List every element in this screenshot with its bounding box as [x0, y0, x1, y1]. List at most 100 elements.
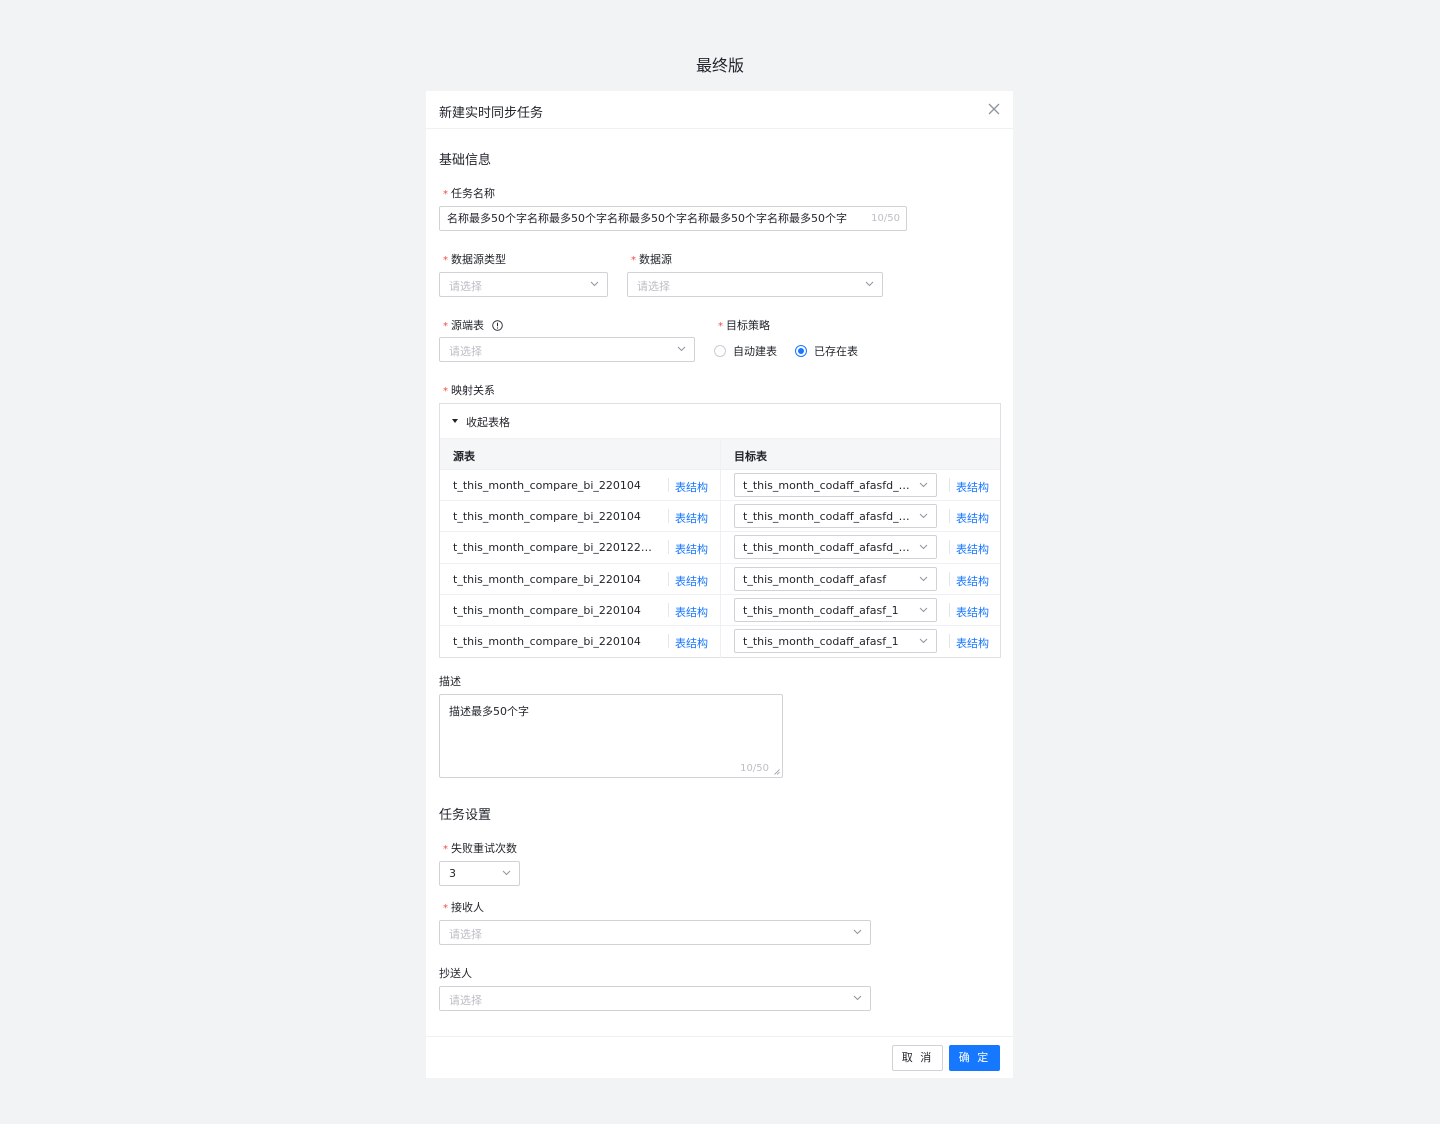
- description-value: 描述最多50个字: [449, 705, 529, 718]
- target-schema-link[interactable]: 表结构: [956, 541, 989, 557]
- target-table-value: t_this_month_codaff_afasfd_fd...: [743, 510, 913, 524]
- datasource-label: * 数据源: [631, 253, 672, 266]
- chevron-down-icon: [919, 638, 928, 644]
- close-icon[interactable]: [987, 102, 1001, 116]
- required-mark: *: [718, 321, 723, 332]
- resize-handle-icon[interactable]: [774, 769, 780, 775]
- source-table-name: t_this_month_compare_bi_220104: [453, 572, 641, 586]
- chevron-down-icon: [853, 995, 862, 1001]
- chevron-down-icon: [919, 607, 928, 613]
- datasource-placeholder: 请选择: [637, 280, 670, 293]
- cell-divider: [949, 540, 950, 555]
- description-counter: 10/50: [740, 763, 769, 774]
- description-label: 描述: [439, 675, 461, 688]
- modal-header: 新建实时同步任务: [426, 91, 1013, 129]
- source-table-label: * 源端表: [443, 317, 503, 333]
- cc-label: 抄送人: [439, 967, 472, 980]
- column-header-target: 目标表: [734, 450, 767, 463]
- required-mark: *: [443, 255, 448, 266]
- retry-count-select[interactable]: 3: [439, 861, 520, 886]
- target-table-select[interactable]: t_this_month_codaff_afasfd_fd...: [734, 535, 937, 560]
- chevron-down-icon: [677, 346, 686, 352]
- source-schema-link[interactable]: 表结构: [675, 635, 708, 651]
- mapping-label: * 映射关系: [443, 384, 495, 397]
- datasource-type-label: * 数据源类型: [443, 253, 506, 266]
- target-schema-link[interactable]: 表结构: [956, 635, 989, 651]
- page-heading: 最终版: [695, 56, 744, 75]
- source-schema-link[interactable]: 表结构: [675, 604, 708, 620]
- cell-divider: [949, 478, 950, 492]
- target-table-select[interactable]: t_this_month_codaff_afasf_1: [734, 597, 937, 622]
- target-table-select[interactable]: t_this_month_codaff_afasf: [734, 566, 937, 591]
- source-table-select[interactable]: 请选择: [439, 337, 695, 362]
- cell-divider: [949, 571, 950, 586]
- target-strategy-label: * 目标策略: [718, 319, 770, 332]
- source-table-name: t_this_month_compare_bi_220104: [453, 479, 641, 492]
- chevron-down-icon: [919, 545, 928, 550]
- task-name-counter: 10/50: [871, 213, 900, 224]
- cell-divider: [668, 509, 669, 524]
- radio-auto-create[interactable]: 自动建表: [714, 343, 777, 359]
- create-sync-task-modal: 新建实时同步任务 基础信息 * 任务名称 名称最多50个字名称最多50个字名称最多…: [426, 91, 1013, 1078]
- retry-label: * 失败重试次数: [443, 842, 517, 855]
- datasource-type-select[interactable]: 请选择: [439, 272, 608, 297]
- section-title-basic: 基础信息: [439, 153, 492, 168]
- source-table-placeholder: 请选择: [449, 345, 482, 358]
- radio-circle-checked[interactable]: [795, 345, 807, 357]
- chevron-down-icon: [590, 281, 599, 287]
- modal-title: 新建实时同步任务: [439, 106, 544, 121]
- required-mark: *: [631, 255, 636, 266]
- collapse-label: 收起表格: [466, 416, 510, 429]
- chevron-down-icon: [919, 482, 928, 488]
- receiver-label: * 接收人: [443, 901, 484, 914]
- cell-divider: [668, 478, 669, 492]
- radio-existing-table[interactable]: 已存在表: [795, 343, 858, 359]
- target-table-select[interactable]: t_this_month_codaff_afasfd_fd...: [734, 473, 937, 497]
- cell-divider: [949, 634, 950, 648]
- source-table-name: t_this_month_compare_bi_220104: [453, 635, 641, 648]
- required-mark: *: [443, 189, 448, 200]
- chevron-down-icon: [865, 281, 874, 287]
- source-schema-link[interactable]: 表结构: [675, 510, 708, 526]
- target-table-select[interactable]: t_this_month_codaff_afasfd_fd...: [734, 504, 937, 529]
- radio-circle[interactable]: [714, 345, 726, 357]
- source-table-name: t_this_month_compare_bi_220104: [453, 603, 641, 617]
- target-schema-link[interactable]: 表结构: [956, 510, 989, 526]
- cc-select[interactable]: 请选择: [439, 986, 871, 1011]
- chevron-down-icon: [502, 870, 511, 876]
- required-mark: *: [443, 844, 448, 855]
- radio-label: 自动建表: [733, 345, 777, 358]
- radio-label: 已存在表: [814, 345, 858, 358]
- target-schema-link[interactable]: 表结构: [956, 479, 989, 495]
- required-mark: *: [443, 903, 448, 914]
- source-table-name: t_this_month_compare_bi_220122322...: [453, 541, 658, 555]
- confirm-button[interactable]: 确 定: [949, 1045, 1000, 1071]
- chevron-down-icon: [919, 513, 928, 519]
- cell-divider: [668, 634, 669, 648]
- target-table-value: t_this_month_codaff_afasf_1: [743, 635, 899, 648]
- target-schema-link[interactable]: 表结构: [956, 604, 989, 620]
- target-table-value: t_this_month_codaff_afasf_1: [743, 603, 899, 617]
- caret-down-icon: [452, 419, 458, 423]
- source-schema-link[interactable]: 表结构: [675, 573, 708, 589]
- cancel-button[interactable]: 取 消: [892, 1045, 943, 1071]
- modal-footer: 取 消 确 定: [426, 1036, 1013, 1078]
- cell-divider: [668, 571, 669, 586]
- info-icon[interactable]: [491, 320, 503, 331]
- column-header-source: 源表: [453, 450, 475, 463]
- chevron-down-icon: [919, 576, 928, 581]
- datasource-select[interactable]: 请选择: [627, 272, 883, 297]
- task-name-input[interactable]: 名称最多50个字名称最多50个字名称最多50个字名称最多50个字名称最多50个字…: [439, 206, 907, 231]
- collapse-toggle[interactable]: 收起表格: [440, 404, 1000, 438]
- source-schema-link[interactable]: 表结构: [675, 541, 708, 557]
- receiver-placeholder: 请选择: [449, 928, 482, 941]
- target-schema-link[interactable]: 表结构: [956, 573, 989, 589]
- description-textarea[interactable]: 描述最多50个字 10/50: [439, 694, 783, 778]
- cell-divider: [949, 509, 950, 524]
- datasource-type-placeholder: 请选择: [449, 280, 482, 293]
- target-table-select[interactable]: t_this_month_codaff_afasf_1: [734, 629, 937, 653]
- source-schema-link[interactable]: 表结构: [675, 479, 708, 495]
- cell-divider: [949, 602, 950, 617]
- cell-divider: [668, 540, 669, 555]
- receiver-select[interactable]: 请选择: [439, 920, 871, 945]
